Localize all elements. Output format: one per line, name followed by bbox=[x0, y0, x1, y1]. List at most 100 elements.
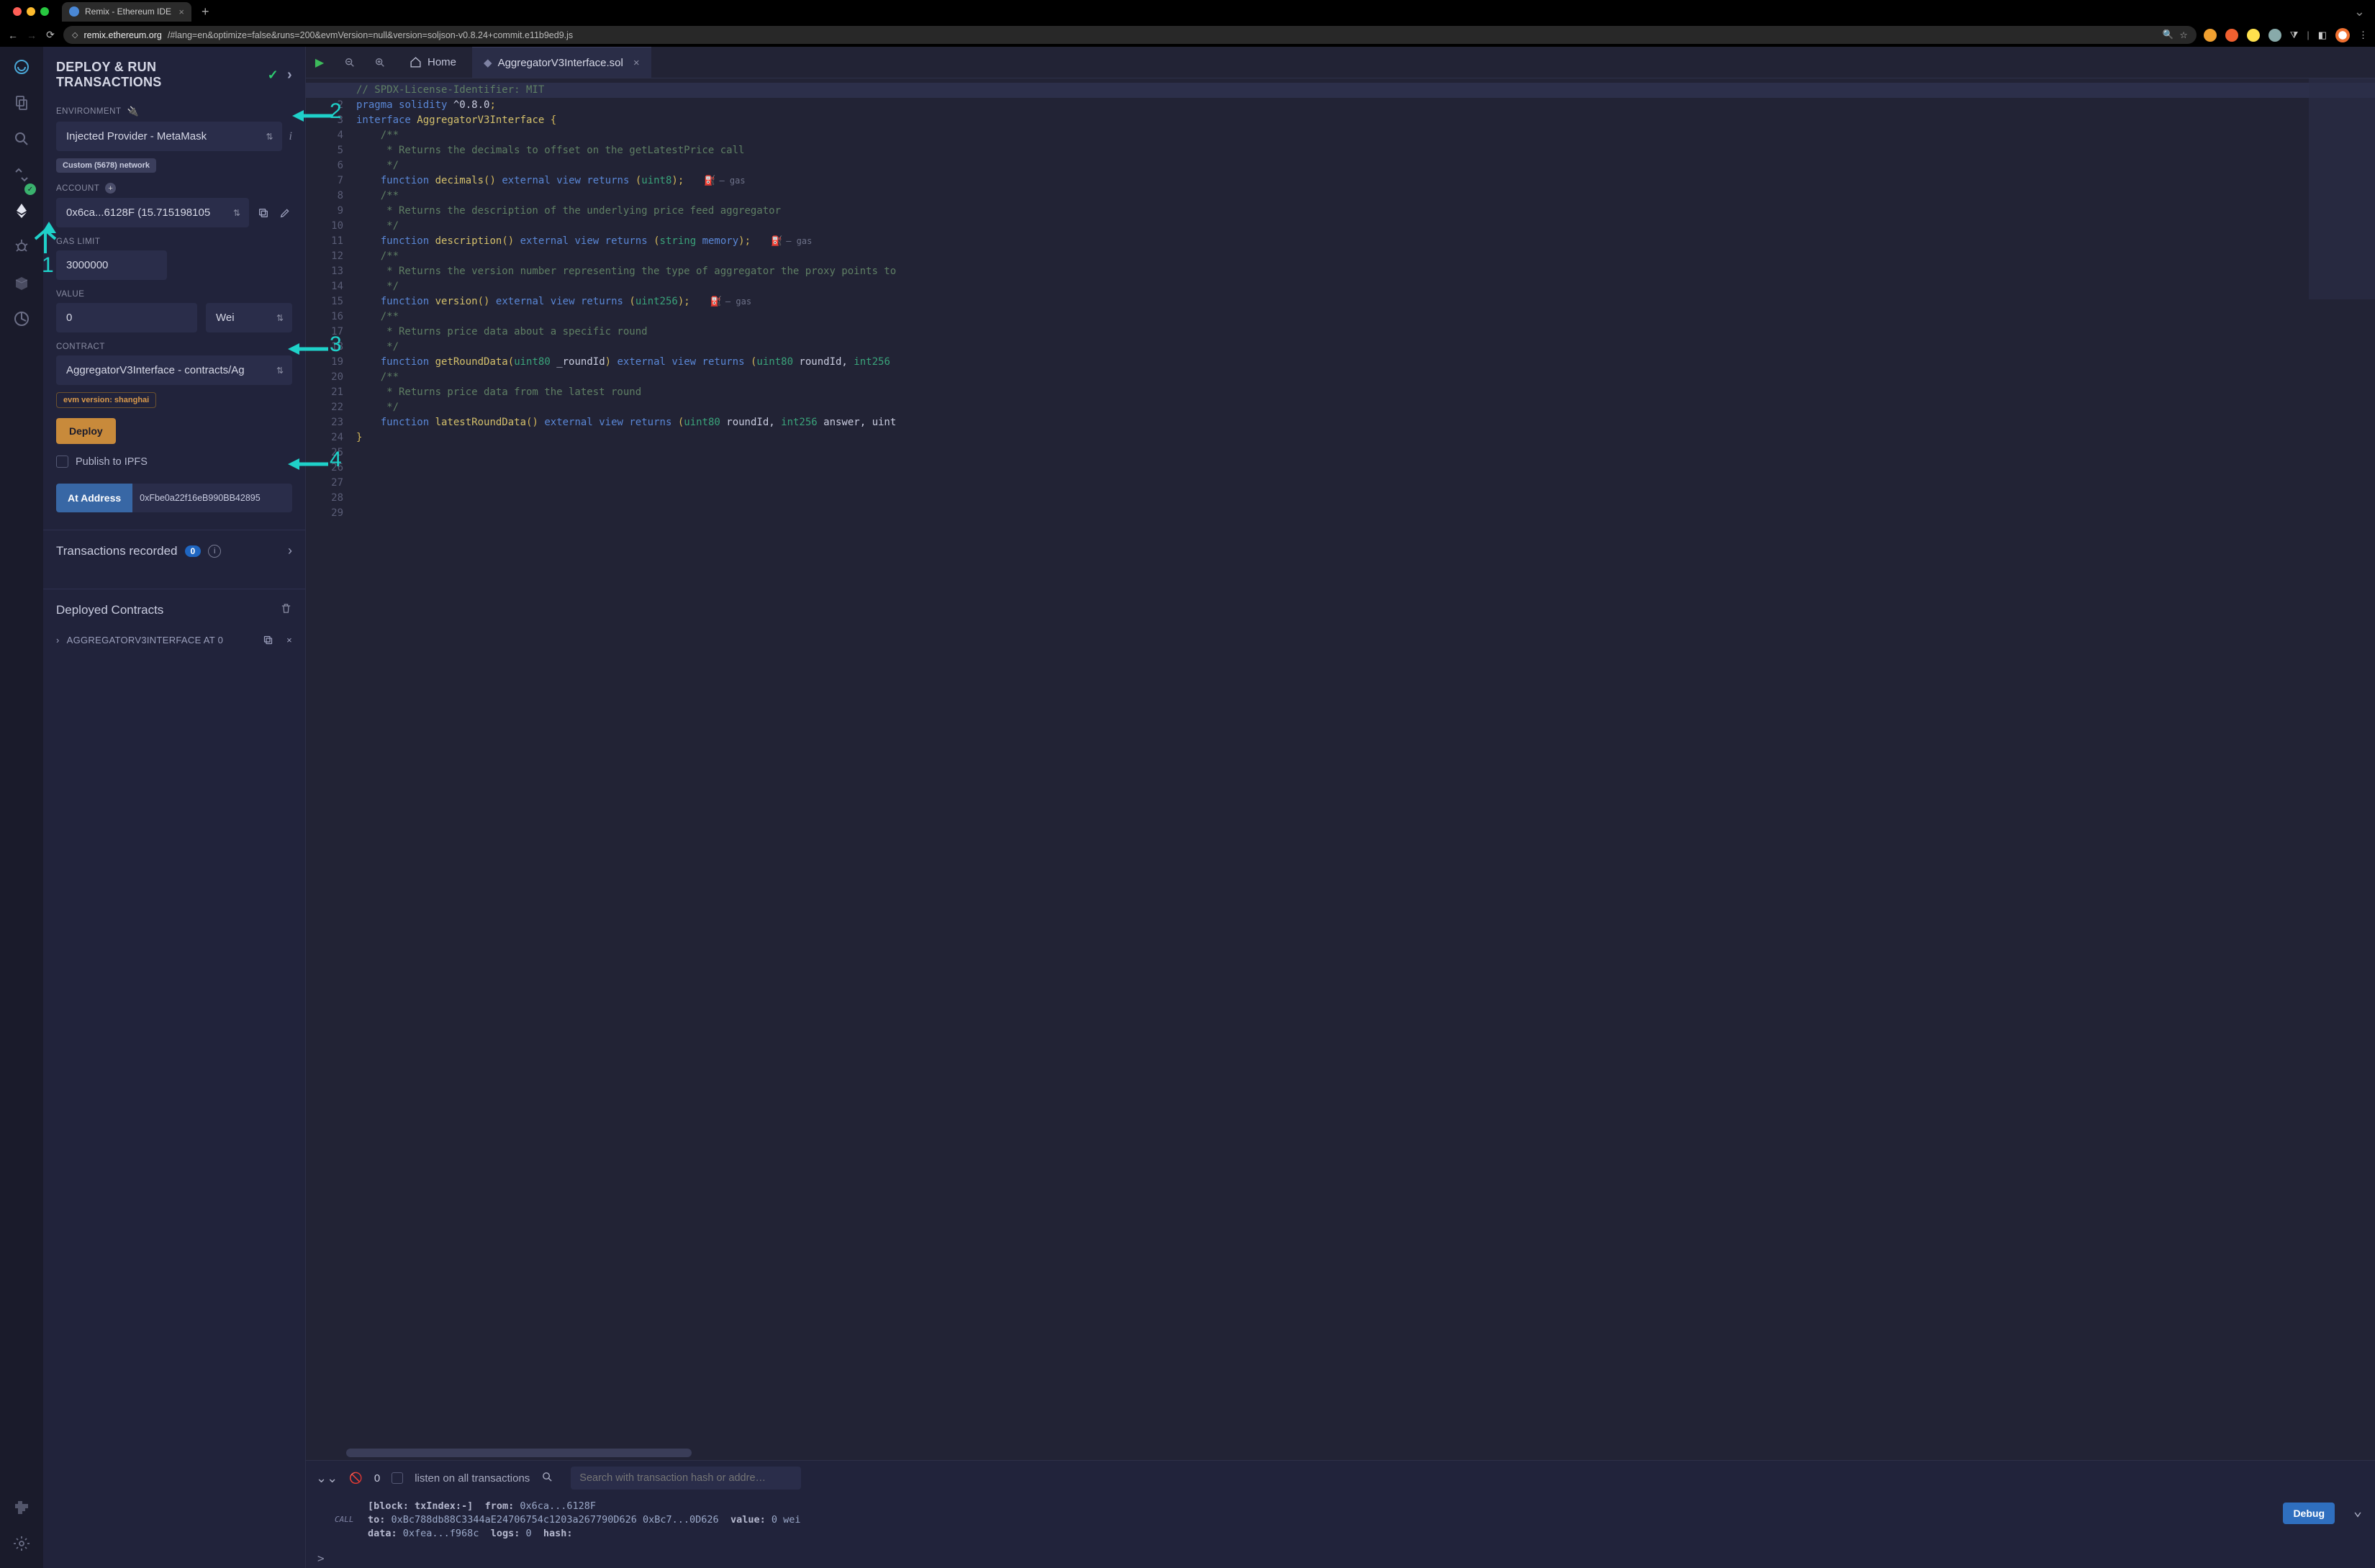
copy-account-icon[interactable] bbox=[256, 206, 271, 220]
edit-account-icon[interactable] bbox=[278, 206, 292, 220]
vertical-icon-bar: ✓ bbox=[0, 47, 43, 1568]
horizontal-scrollbar[interactable] bbox=[346, 1449, 692, 1457]
chevron-right-icon[interactable]: › bbox=[287, 67, 292, 83]
chevron-right-icon[interactable]: › bbox=[56, 635, 60, 645]
remix-logo-icon[interactable] bbox=[12, 57, 32, 77]
deploy-button[interactable]: Deploy bbox=[56, 418, 116, 444]
address-bar[interactable]: ◇ remix.ethereum.org/#lang=en&optimize=f… bbox=[63, 26, 2197, 44]
evm-version-badge: evm version: shanghai bbox=[56, 392, 156, 408]
contract-label: CONTRACT bbox=[43, 332, 305, 355]
plugin-manager-icon[interactable] bbox=[12, 1497, 32, 1518]
terminal-search-input[interactable] bbox=[571, 1467, 801, 1490]
deploy-run-icon[interactable] bbox=[12, 201, 32, 221]
environment-label: ENVIRONMENT 🔌 bbox=[43, 96, 305, 122]
url-host: remix.ethereum.org bbox=[83, 30, 161, 40]
home-tab[interactable]: Home bbox=[397, 47, 469, 78]
listen-label: listen on all transactions bbox=[415, 1472, 530, 1485]
close-window-icon[interactable] bbox=[13, 7, 22, 16]
zoom-in-icon[interactable] bbox=[366, 49, 394, 76]
code-editor[interactable]: 1234567891011121314151617181920212223242… bbox=[306, 78, 2375, 1460]
gas-limit-input[interactable] bbox=[56, 250, 167, 280]
code-content[interactable]: // SPDX-License-Identifier: MITpragma so… bbox=[350, 78, 2375, 1460]
editor-area: ▶ Home ◆ AggregatorV3Interface.sol × 123… bbox=[306, 47, 2375, 1568]
copy-icon[interactable] bbox=[261, 633, 275, 647]
info-circle-icon[interactable]: i bbox=[208, 545, 221, 558]
browser-chrome: Remix - Ethereum IDE × + ⌄ ← → ⟳ ◇ remix… bbox=[0, 0, 2375, 47]
environment-select[interactable]: Injected Provider - MetaMask bbox=[56, 122, 282, 151]
transactions-recorded-row[interactable]: Transactions recorded 0 i › bbox=[43, 530, 305, 571]
trash-icon[interactable] bbox=[280, 602, 292, 618]
extensions-puzzle-icon[interactable]: ⧩ bbox=[2290, 30, 2299, 41]
analytics-icon[interactable] bbox=[12, 309, 32, 329]
contract-select[interactable]: AggregatorV3Interface - contracts/Ag bbox=[56, 355, 292, 385]
value-label: VALUE bbox=[43, 280, 305, 303]
terminal-prompt[interactable]: > bbox=[306, 1549, 2375, 1568]
extension-icon[interactable] bbox=[2268, 29, 2281, 42]
chevron-right-icon[interactable]: › bbox=[288, 543, 292, 558]
site-info-icon[interactable]: ◇ bbox=[72, 30, 78, 40]
terminal-panel: ⌄⌄ 🚫 0 listen on all transactions CALL [… bbox=[306, 1460, 2375, 1568]
value-unit-select[interactable]: Wei bbox=[206, 303, 292, 332]
metamask-icon[interactable] bbox=[2225, 29, 2238, 42]
learn-eth-icon[interactable] bbox=[12, 273, 32, 293]
listen-checkbox[interactable] bbox=[392, 1472, 403, 1484]
minimize-window-icon[interactable] bbox=[27, 7, 35, 16]
panel-header: DEPLOY & RUN TRANSACTIONS ✓ › bbox=[43, 47, 305, 96]
remix-app: ✓ DEPLOY & RUN TRANSACTIONS ✓ › bbox=[0, 47, 2375, 1568]
tab-overflow-icon[interactable]: ⌄ bbox=[2354, 4, 2375, 19]
search-icon[interactable] bbox=[541, 1471, 553, 1486]
tx-count-badge: 0 bbox=[185, 545, 202, 557]
debugger-icon[interactable] bbox=[12, 237, 32, 257]
bookmark-icon[interactable]: ☆ bbox=[2179, 30, 2187, 40]
deploy-run-panel: DEPLOY & RUN TRANSACTIONS ✓ › ENVIRONMEN… bbox=[43, 47, 306, 1568]
publish-ipfs-label: Publish to IPFS bbox=[76, 456, 148, 468]
settings-gear-icon[interactable] bbox=[12, 1533, 32, 1554]
side-panel-icon[interactable]: ◧ bbox=[2318, 30, 2327, 41]
line-gutter: 1234567891011121314151617181920212223242… bbox=[306, 78, 350, 1460]
value-input[interactable] bbox=[56, 303, 197, 332]
close-tab-icon[interactable]: × bbox=[633, 57, 640, 69]
terminal-toolbar: ⌄⌄ 🚫 0 listen on all transactions bbox=[306, 1461, 2375, 1495]
info-icon[interactable]: i bbox=[289, 130, 292, 143]
panel-title: DEPLOY & RUN TRANSACTIONS bbox=[56, 60, 259, 90]
forward-button[interactable]: → bbox=[26, 30, 37, 41]
maximize-window-icon[interactable] bbox=[40, 7, 49, 16]
zoom-icon[interactable]: 🔍 bbox=[2163, 30, 2174, 40]
call-badge: CALL bbox=[335, 1513, 354, 1526]
browser-tab[interactable]: Remix - Ethereum IDE × bbox=[62, 2, 191, 22]
chrome-menu-icon[interactable]: ⋮ bbox=[2358, 30, 2368, 41]
compiler-icon[interactable] bbox=[12, 165, 32, 185]
run-script-icon[interactable]: ▶ bbox=[306, 49, 333, 76]
zoom-out-icon[interactable] bbox=[336, 49, 363, 76]
close-icon[interactable]: × bbox=[286, 635, 292, 645]
terminal-output[interactable]: CALL [block: txIndex:-] from: 0x6ca...61… bbox=[306, 1495, 2375, 1549]
deployed-contract-item[interactable]: › AGGREGATORV3INTERFACE AT 0 × bbox=[43, 625, 305, 654]
reload-button[interactable]: ⟳ bbox=[45, 30, 56, 41]
plug-icon[interactable]: 🔌 bbox=[127, 106, 139, 117]
search-icon[interactable] bbox=[12, 129, 32, 149]
add-account-icon[interactable]: + bbox=[105, 183, 116, 194]
new-tab-button[interactable]: + bbox=[197, 4, 214, 19]
home-label: Home bbox=[428, 56, 456, 68]
debug-button[interactable]: Debug bbox=[2283, 1503, 2335, 1524]
publish-ipfs-checkbox[interactable] bbox=[56, 456, 68, 468]
file-explorer-icon[interactable] bbox=[12, 93, 32, 113]
at-address-button[interactable]: At Address bbox=[56, 484, 132, 512]
window-controls[interactable] bbox=[6, 7, 56, 16]
collapse-terminal-icon[interactable]: ⌄⌄ bbox=[316, 1471, 338, 1486]
profile-avatar[interactable] bbox=[2335, 28, 2350, 42]
file-tab-label: AggregatorV3Interface.sol bbox=[498, 57, 623, 69]
at-address-input[interactable] bbox=[132, 484, 292, 512]
extension-icon[interactable] bbox=[2204, 29, 2217, 42]
file-tab-active[interactable]: ◆ AggregatorV3Interface.sol × bbox=[472, 47, 651, 78]
close-tab-icon[interactable]: × bbox=[178, 6, 184, 17]
back-button[interactable]: ← bbox=[7, 30, 19, 41]
account-select[interactable]: 0x6ca...6128F (15.715198105 bbox=[56, 198, 249, 227]
browser-toolbar: ← → ⟳ ◇ remix.ethereum.org/#lang=en&opti… bbox=[0, 23, 2375, 47]
extension-icons: ⧩ | ◧ ⋮ bbox=[2204, 28, 2368, 42]
clear-terminal-icon[interactable]: 🚫 bbox=[349, 1472, 363, 1485]
favicon-icon bbox=[69, 6, 79, 17]
chevron-down-icon[interactable]: ⌄ bbox=[2353, 1504, 2362, 1518]
extension-icon[interactable] bbox=[2247, 29, 2260, 42]
network-badge: Custom (5678) network bbox=[56, 158, 156, 173]
